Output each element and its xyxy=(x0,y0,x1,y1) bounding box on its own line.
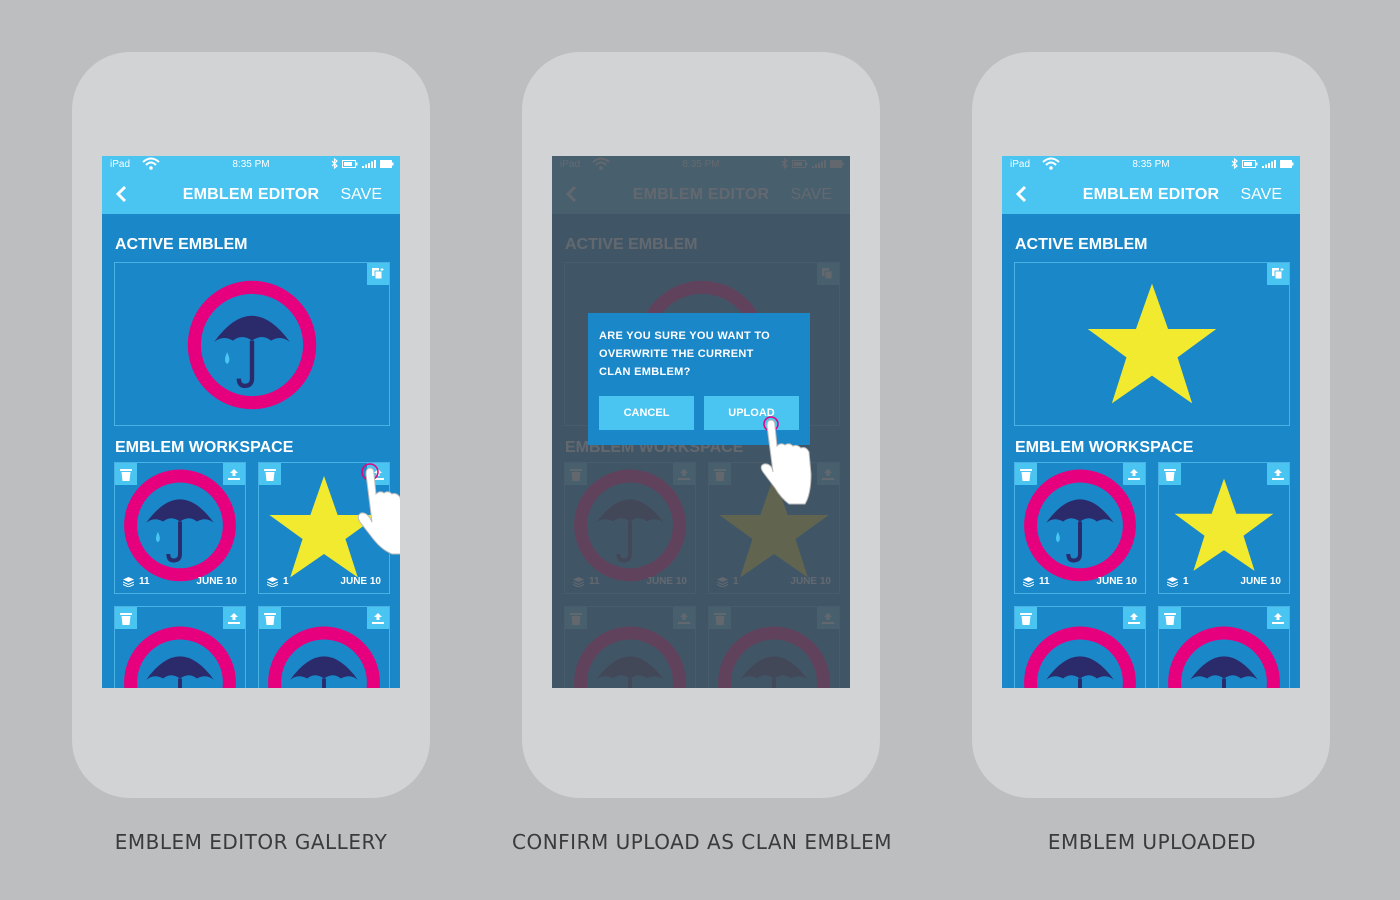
delete-button[interactable] xyxy=(259,463,281,485)
hand-pointer-icon xyxy=(760,416,812,505)
delete-button[interactable] xyxy=(1159,607,1181,629)
upload-button[interactable] xyxy=(223,463,245,485)
tile-date: JUNE 10 xyxy=(1240,576,1281,587)
upload-button[interactable] xyxy=(1123,607,1145,629)
delete-icon xyxy=(264,468,276,481)
delete-button[interactable] xyxy=(1015,607,1037,629)
dialog-message-line: ARE YOU SURE YOU WANT TO xyxy=(599,330,771,342)
layers-icon xyxy=(1023,576,1034,587)
umbrella-emblem xyxy=(187,280,317,410)
delete-button[interactable] xyxy=(115,607,137,629)
duplicate-icon xyxy=(1272,268,1284,280)
status-bar: iPad 8:35 PM xyxy=(1002,156,1300,174)
star-emblem xyxy=(1087,283,1217,404)
delete-icon xyxy=(264,612,276,625)
workspace-tile[interactable] xyxy=(1014,606,1146,688)
bluetooth-icon xyxy=(1231,158,1238,169)
device-uploaded: iPad 8:35 PM EMBLEM EDITOR SAVE ACTIVE E… xyxy=(972,52,1330,798)
delete-icon xyxy=(1164,468,1176,481)
caption-uploaded: EMBLEM UPLOADED xyxy=(1047,830,1257,854)
upload-button[interactable] xyxy=(1267,463,1289,485)
delete-icon xyxy=(120,468,132,481)
upload-icon xyxy=(1272,469,1284,480)
workspace-tile[interactable]: 11 JUNE 10 xyxy=(114,462,246,594)
device-confirm: iPad 8:35 PM EMBLEM EDITOR SAVE ACTIVE E… xyxy=(522,52,880,798)
signal-icon xyxy=(362,159,376,168)
duplicate-button[interactable] xyxy=(367,263,389,285)
battery-full-icon xyxy=(1280,159,1294,168)
caption-gallery: EMBLEM EDITOR GALLERY xyxy=(114,830,388,854)
save-button[interactable]: SAVE xyxy=(1241,186,1283,204)
layer-count-value: 1 xyxy=(1183,576,1189,587)
screen-gallery: iPad 8:35 PM EMBLEM EDITOR SAVE ACTIVE E… xyxy=(102,156,400,688)
hand-pointer-icon xyxy=(357,463,400,555)
duplicate-icon xyxy=(372,268,384,280)
nav-bar: EMBLEM EDITOR SAVE xyxy=(102,174,400,214)
screen-confirm: iPad 8:35 PM EMBLEM EDITOR SAVE ACTIVE E… xyxy=(552,156,850,688)
bluetooth-icon xyxy=(331,158,338,169)
status-bar: iPad 8:35 PM xyxy=(102,156,400,174)
workspace-tile[interactable] xyxy=(1158,606,1290,688)
layers-icon xyxy=(1167,576,1178,587)
delete-button[interactable] xyxy=(1159,463,1181,485)
layers-icon xyxy=(267,576,278,587)
upload-icon xyxy=(372,613,384,624)
delete-icon xyxy=(1020,468,1032,481)
tile-date: JUNE 10 xyxy=(1096,576,1137,587)
upload-button[interactable] xyxy=(367,607,389,629)
upload-icon xyxy=(1128,613,1140,624)
dialog-message-line: CLAN EMBLEM? xyxy=(599,366,691,378)
upload-icon xyxy=(228,613,240,624)
active-emblem-panel xyxy=(114,262,390,426)
upload-icon xyxy=(1272,613,1284,624)
layer-count-value: 1 xyxy=(283,576,289,587)
workspace-tile[interactable] xyxy=(258,606,390,688)
delete-button[interactable] xyxy=(1015,463,1037,485)
delete-icon xyxy=(1164,612,1176,625)
battery-icon xyxy=(1242,159,1258,168)
workspace-tile[interactable]: 1 JUNE 10 xyxy=(1158,462,1290,594)
cancel-button[interactable]: CANCEL xyxy=(599,396,694,430)
upload-icon xyxy=(228,469,240,480)
battery-icon xyxy=(342,159,358,168)
upload-button[interactable] xyxy=(223,607,245,629)
nav-bar: EMBLEM EDITOR SAVE xyxy=(1002,174,1300,214)
layers-icon xyxy=(123,576,134,587)
upload-icon xyxy=(1128,469,1140,480)
caption-confirm: CONFIRM UPLOAD AS CLAN EMBLEM xyxy=(512,830,892,854)
device-gallery: iPad 8:35 PM EMBLEM EDITOR SAVE ACTIVE E… xyxy=(72,52,430,798)
delete-button[interactable] xyxy=(259,607,281,629)
upload-button[interactable] xyxy=(1123,463,1145,485)
delete-icon xyxy=(1020,612,1032,625)
dialog-message: ARE YOU SURE YOU WANT TO OVERWRITE THE C… xyxy=(599,327,799,381)
tile-date: JUNE 10 xyxy=(196,576,237,587)
layer-count: 11 xyxy=(1023,576,1050,587)
dialog-message-line: OVERWRITE THE CURRENT xyxy=(599,348,754,360)
active-emblem-panel xyxy=(1014,262,1290,426)
status-right xyxy=(1231,158,1294,169)
emblem-workspace-heading: EMBLEM WORKSPACE xyxy=(1015,439,1194,456)
layer-count: 1 xyxy=(267,576,289,587)
workspace-tile[interactable] xyxy=(114,606,246,688)
layer-count: 1 xyxy=(1167,576,1189,587)
save-button[interactable]: SAVE xyxy=(341,186,383,204)
delete-icon xyxy=(120,612,132,625)
delete-button[interactable] xyxy=(115,463,137,485)
layer-count-value: 11 xyxy=(1039,576,1050,587)
duplicate-button[interactable] xyxy=(1267,263,1289,285)
workspace-tile[interactable]: 11 JUNE 10 xyxy=(1014,462,1146,594)
layer-count: 11 xyxy=(123,576,150,587)
status-right xyxy=(331,158,394,169)
battery-full-icon xyxy=(380,159,394,168)
screen-uploaded: iPad 8:35 PM EMBLEM EDITOR SAVE ACTIVE E… xyxy=(1002,156,1300,688)
active-emblem-heading: ACTIVE EMBLEM xyxy=(115,236,248,253)
active-emblem-heading: ACTIVE EMBLEM xyxy=(1015,236,1148,253)
tile-date: JUNE 10 xyxy=(340,576,381,587)
layer-count-value: 11 xyxy=(139,576,150,587)
emblem-workspace-heading: EMBLEM WORKSPACE xyxy=(115,439,294,456)
signal-icon xyxy=(1262,159,1276,168)
upload-button[interactable] xyxy=(1267,607,1289,629)
